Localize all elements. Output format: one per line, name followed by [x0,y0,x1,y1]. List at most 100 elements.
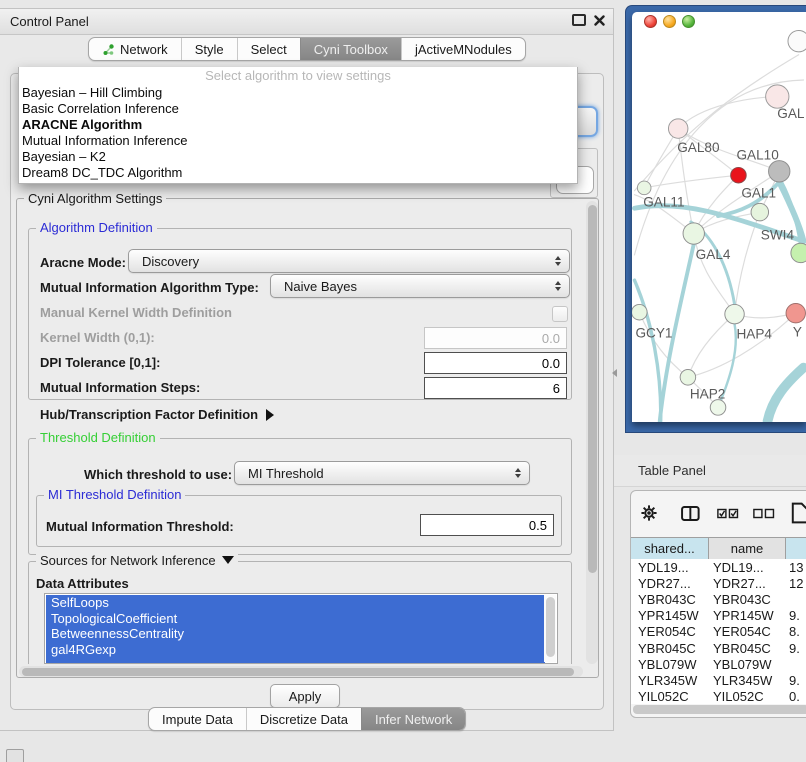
kernel-width-field[interactable] [424,327,567,349]
sources-title[interactable]: Sources for Network Inference [36,554,238,568]
threshold-definition-title: Threshold Definition [36,431,160,445]
split-divider-arrow-icon[interactable] [612,369,617,377]
tab-cyni-toolbox[interactable]: Cyni Toolbox [300,38,401,60]
window-title: Control Panel [10,14,89,29]
table-cell: YPR145W [709,608,786,623]
control-panel-window: Control Panel NetworkStyleSelectCyni Too… [0,8,614,731]
network-node[interactable] [731,167,747,183]
attribute-item[interactable]: BetweennessCentrality [46,626,545,642]
algorithm-option[interactable]: Bayesian – Hill Climbing [19,85,577,101]
table-cell: YDR27... [631,576,709,591]
tab-network[interactable]: Network [89,38,181,60]
panel-tab-bar: NetworkStyleSelectCyni ToolboxjActiveMNo… [88,37,526,61]
aracne-mode-label: Aracne Mode: [40,255,126,270]
table-row[interactable]: YBL079WYBL079W [631,656,806,672]
select-all-checkboxes-icon[interactable] [717,508,739,519]
kernel-width-label: Kernel Width (0,1): [40,330,155,345]
which-threshold-label: Which threshold to use: [84,467,232,482]
network-node[interactable] [791,243,806,262]
network-node[interactable] [632,304,647,320]
which-threshold-value: MI Threshold [248,466,324,481]
table-row[interactable]: YBR043CYBR043C [631,591,806,607]
table-row[interactable]: YIL052CYIL052C0. [631,689,806,705]
table-rows: YDL19...YDL19...13YDR27...YDR27...12YBR0… [631,559,806,704]
dropdown-placeholder: Select algorithm to view settings [19,67,577,85]
network-node[interactable] [766,85,789,108]
table-row[interactable]: YBR045CYBR045C9. [631,640,806,656]
mi-steps-field[interactable] [424,377,567,399]
settings-horizontal-scrollbar[interactable] [19,666,583,677]
network-node[interactable] [680,370,696,386]
data-attributes-list[interactable]: SelfLoopsTopologicalCoefficientBetweenne… [44,593,558,664]
network-node[interactable] [786,303,805,322]
network-node[interactable] [683,223,704,244]
apply-button[interactable]: Apply [270,684,340,708]
table-cell: 13 [786,560,803,575]
tab-impute-data[interactable]: Impute Data [149,708,246,730]
tab-jactivemnodules[interactable]: jActiveMNodules [401,38,525,60]
attribute-item[interactable]: gal4RGexp [46,642,545,658]
dpi-tolerance-field[interactable] [424,352,567,374]
float-window-icon[interactable] [572,14,586,26]
algorithm-option[interactable]: ARACNE Algorithm [19,117,577,133]
node-label: Y [793,325,802,340]
which-threshold-combo[interactable]: MI Threshold [234,461,530,485]
tab-style[interactable]: Style [181,38,237,60]
tab-infer-network[interactable]: Infer Network [361,708,465,730]
table-cell: 9. [786,673,800,688]
network-node[interactable] [710,400,726,416]
close-icon[interactable] [594,15,605,26]
network-node[interactable] [668,119,687,138]
deselect-all-checkboxes-icon[interactable] [753,508,775,519]
tab-discretize-data[interactable]: Discretize Data [246,708,361,730]
docked-panel-icon[interactable] [6,749,24,762]
table-row[interactable]: YDR27...YDR27...12 [631,575,806,591]
tab-select[interactable]: Select [237,38,300,60]
node-label: HAP2 [690,387,726,402]
hub-definition-toggle[interactable]: Hub/Transcription Factor Definition [40,407,274,422]
mi-steps-label: Mutual Information Steps: [40,380,200,395]
network-node[interactable] [751,203,768,220]
network-node[interactable] [725,304,744,323]
network-edge [634,280,660,421]
mi-threshold-field[interactable] [420,514,554,536]
attribute-item[interactable]: TopologicalCoefficient [46,611,545,627]
mi-threshold-title: MI Threshold Definition [44,488,185,502]
network-edge [688,313,796,377]
network-node[interactable] [637,181,651,195]
table-panel: shared...name YDL19...YDL19...13YDR27...… [630,490,806,718]
network-canvas[interactable]: GALGAL80GAL10GAL11GAL1SWI4GAL4GCY1HAP4YH… [632,12,806,422]
table-row[interactable]: YLR345WYLR345W9. [631,672,806,688]
list-scrollbar[interactable] [544,595,556,662]
network-edge [688,314,735,377]
settings-scroll-viewport: Algorithm Definition Aracne Mode: Discov… [18,200,584,664]
table-cell: 12 [786,576,803,591]
columns-icon[interactable] [681,505,700,522]
mi-type-combo[interactable]: Naive Bayes [270,274,570,298]
column-header[interactable]: name [709,538,786,559]
dpi-tolerance-label: DPI Tolerance [0,1]: [40,355,160,370]
algorithm-option[interactable]: Bayesian – K2 [19,149,577,165]
table-cell: YBR043C [631,592,709,607]
network-edge [639,312,688,377]
column-header[interactable] [786,538,806,559]
table-cell: YER054C [709,624,786,639]
table-row[interactable]: YPR145WYPR145W9. [631,608,806,624]
algorithm-option[interactable]: Dream8 DC_TDC Algorithm [19,165,577,181]
table-horizontal-scrollbar[interactable] [633,705,806,714]
table-row[interactable]: YDL19...YDL19...13 [631,559,806,575]
column-header[interactable]: shared... [631,538,709,559]
gear-icon[interactable] [641,504,657,522]
aracne-mode-combo[interactable]: Discovery [128,249,570,273]
table-row[interactable]: YER054CYER054C8. [631,624,806,640]
document-icon[interactable] [791,501,806,525]
algorithm-option[interactable]: Basic Correlation Inference [19,101,577,117]
attribute-item[interactable]: SelfLoops [46,595,545,611]
settings-vertical-scrollbar[interactable] [586,201,598,664]
network-node[interactable] [769,161,790,182]
manual-kernel-checkbox[interactable] [552,306,568,322]
algorithm-option[interactable]: Mutual Information Inference [19,133,577,149]
network-node[interactable] [788,30,806,51]
algorithm-dropdown-popup: Select algorithm to view settings Bayesi… [18,67,578,184]
table-cell: 9. [786,608,800,623]
